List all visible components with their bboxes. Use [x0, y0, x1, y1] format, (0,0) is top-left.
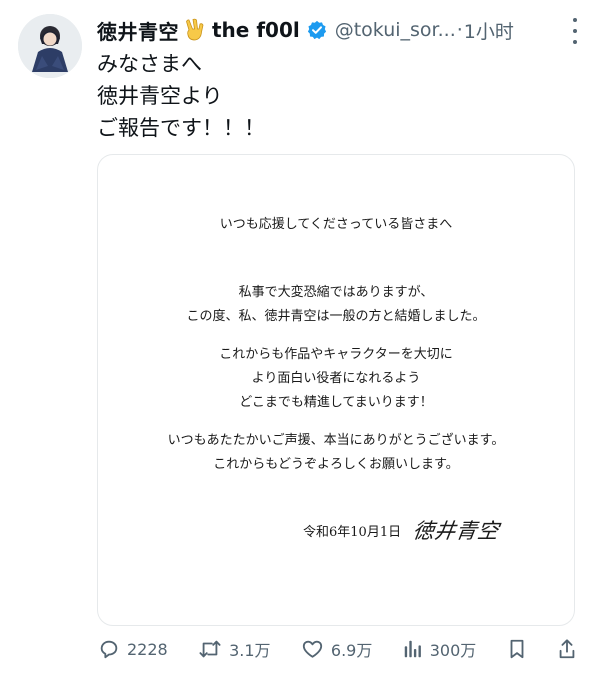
bookmark-button[interactable] [507, 638, 527, 660]
post-text-line: みなさまへ [97, 52, 202, 76]
views-count: 300万 [429, 641, 477, 660]
avatar[interactable] [18, 14, 82, 78]
separator-dot: · [456, 19, 463, 41]
share-icon [557, 638, 577, 660]
letter-line: これからもどうぞよろしくお願いします。 [213, 457, 459, 472]
share-button[interactable] [557, 638, 577, 660]
attached-image[interactable]: いつも応援してくださっている皆さまへ 私事で大変恐縮ではありますが、 この度、私… [97, 154, 575, 626]
repost-icon [198, 638, 222, 660]
reply-icon [98, 638, 120, 660]
letter-line: 私事で大変恐縮ではありますが、 [238, 285, 434, 300]
like-button[interactable]: 6.9万 [301, 637, 372, 661]
reply-button[interactable]: 2228 [98, 638, 168, 660]
letter-greeting: いつも応援してくださっている皆さまへ [219, 217, 453, 232]
letter-line: より面白い役者になれるよう [251, 371, 421, 386]
views-button[interactable]: 300万 [403, 637, 477, 661]
post-time[interactable]: 1小时 [464, 17, 514, 44]
letter-date: 令和6年10月1日 [303, 524, 402, 540]
letter-signature: 令和6年10月1日 徳井青空 [303, 515, 544, 545]
more-icon[interactable] [571, 18, 579, 44]
letter-body: いつも応援してくださっている皆さまへ 私事で大変恐縮ではありますが、 この度、私… [98, 213, 574, 477]
reply-count: 2228 [127, 639, 168, 659]
bookmark-icon [507, 638, 527, 660]
user-handle[interactable]: @tokui_sor... [335, 19, 456, 41]
letter-line: どこまでも精進してまいります！ [239, 395, 433, 410]
verified-badge-icon [307, 20, 327, 40]
post-text-line: ご報告です！！！ [97, 116, 265, 140]
display-name[interactable]: 徳井青空 [97, 16, 179, 45]
post-header: 徳井青空 the f00l @tokui_sor... · 1小时 [97, 14, 551, 46]
action-bar: 2228 3.1万 6.9万 300万 [98, 636, 577, 662]
views-icon [403, 638, 423, 660]
name-suffix[interactable]: the f00l [212, 18, 300, 42]
post-text-line: 徳井青空より [97, 84, 223, 108]
signature-name: 徳井青空 [411, 519, 501, 543]
like-icon [301, 638, 324, 660]
like-count: 6.9万 [330, 641, 373, 660]
repost-count: 3.1万 [229, 641, 271, 660]
victory-hand-icon [184, 18, 206, 42]
letter-line: この度、私、徳井青空は一般の方と結婚しました。 [186, 309, 486, 324]
letter-line: いつもあたたかいご声援、本当にありがとうございます。 [167, 433, 505, 448]
letter-line: これからも作品やキャラクターを大切に [219, 347, 453, 362]
post-text: みなさまへ 徳井青空より ご報告です！！！ [97, 48, 265, 144]
repost-button[interactable]: 3.1万 [198, 637, 271, 661]
